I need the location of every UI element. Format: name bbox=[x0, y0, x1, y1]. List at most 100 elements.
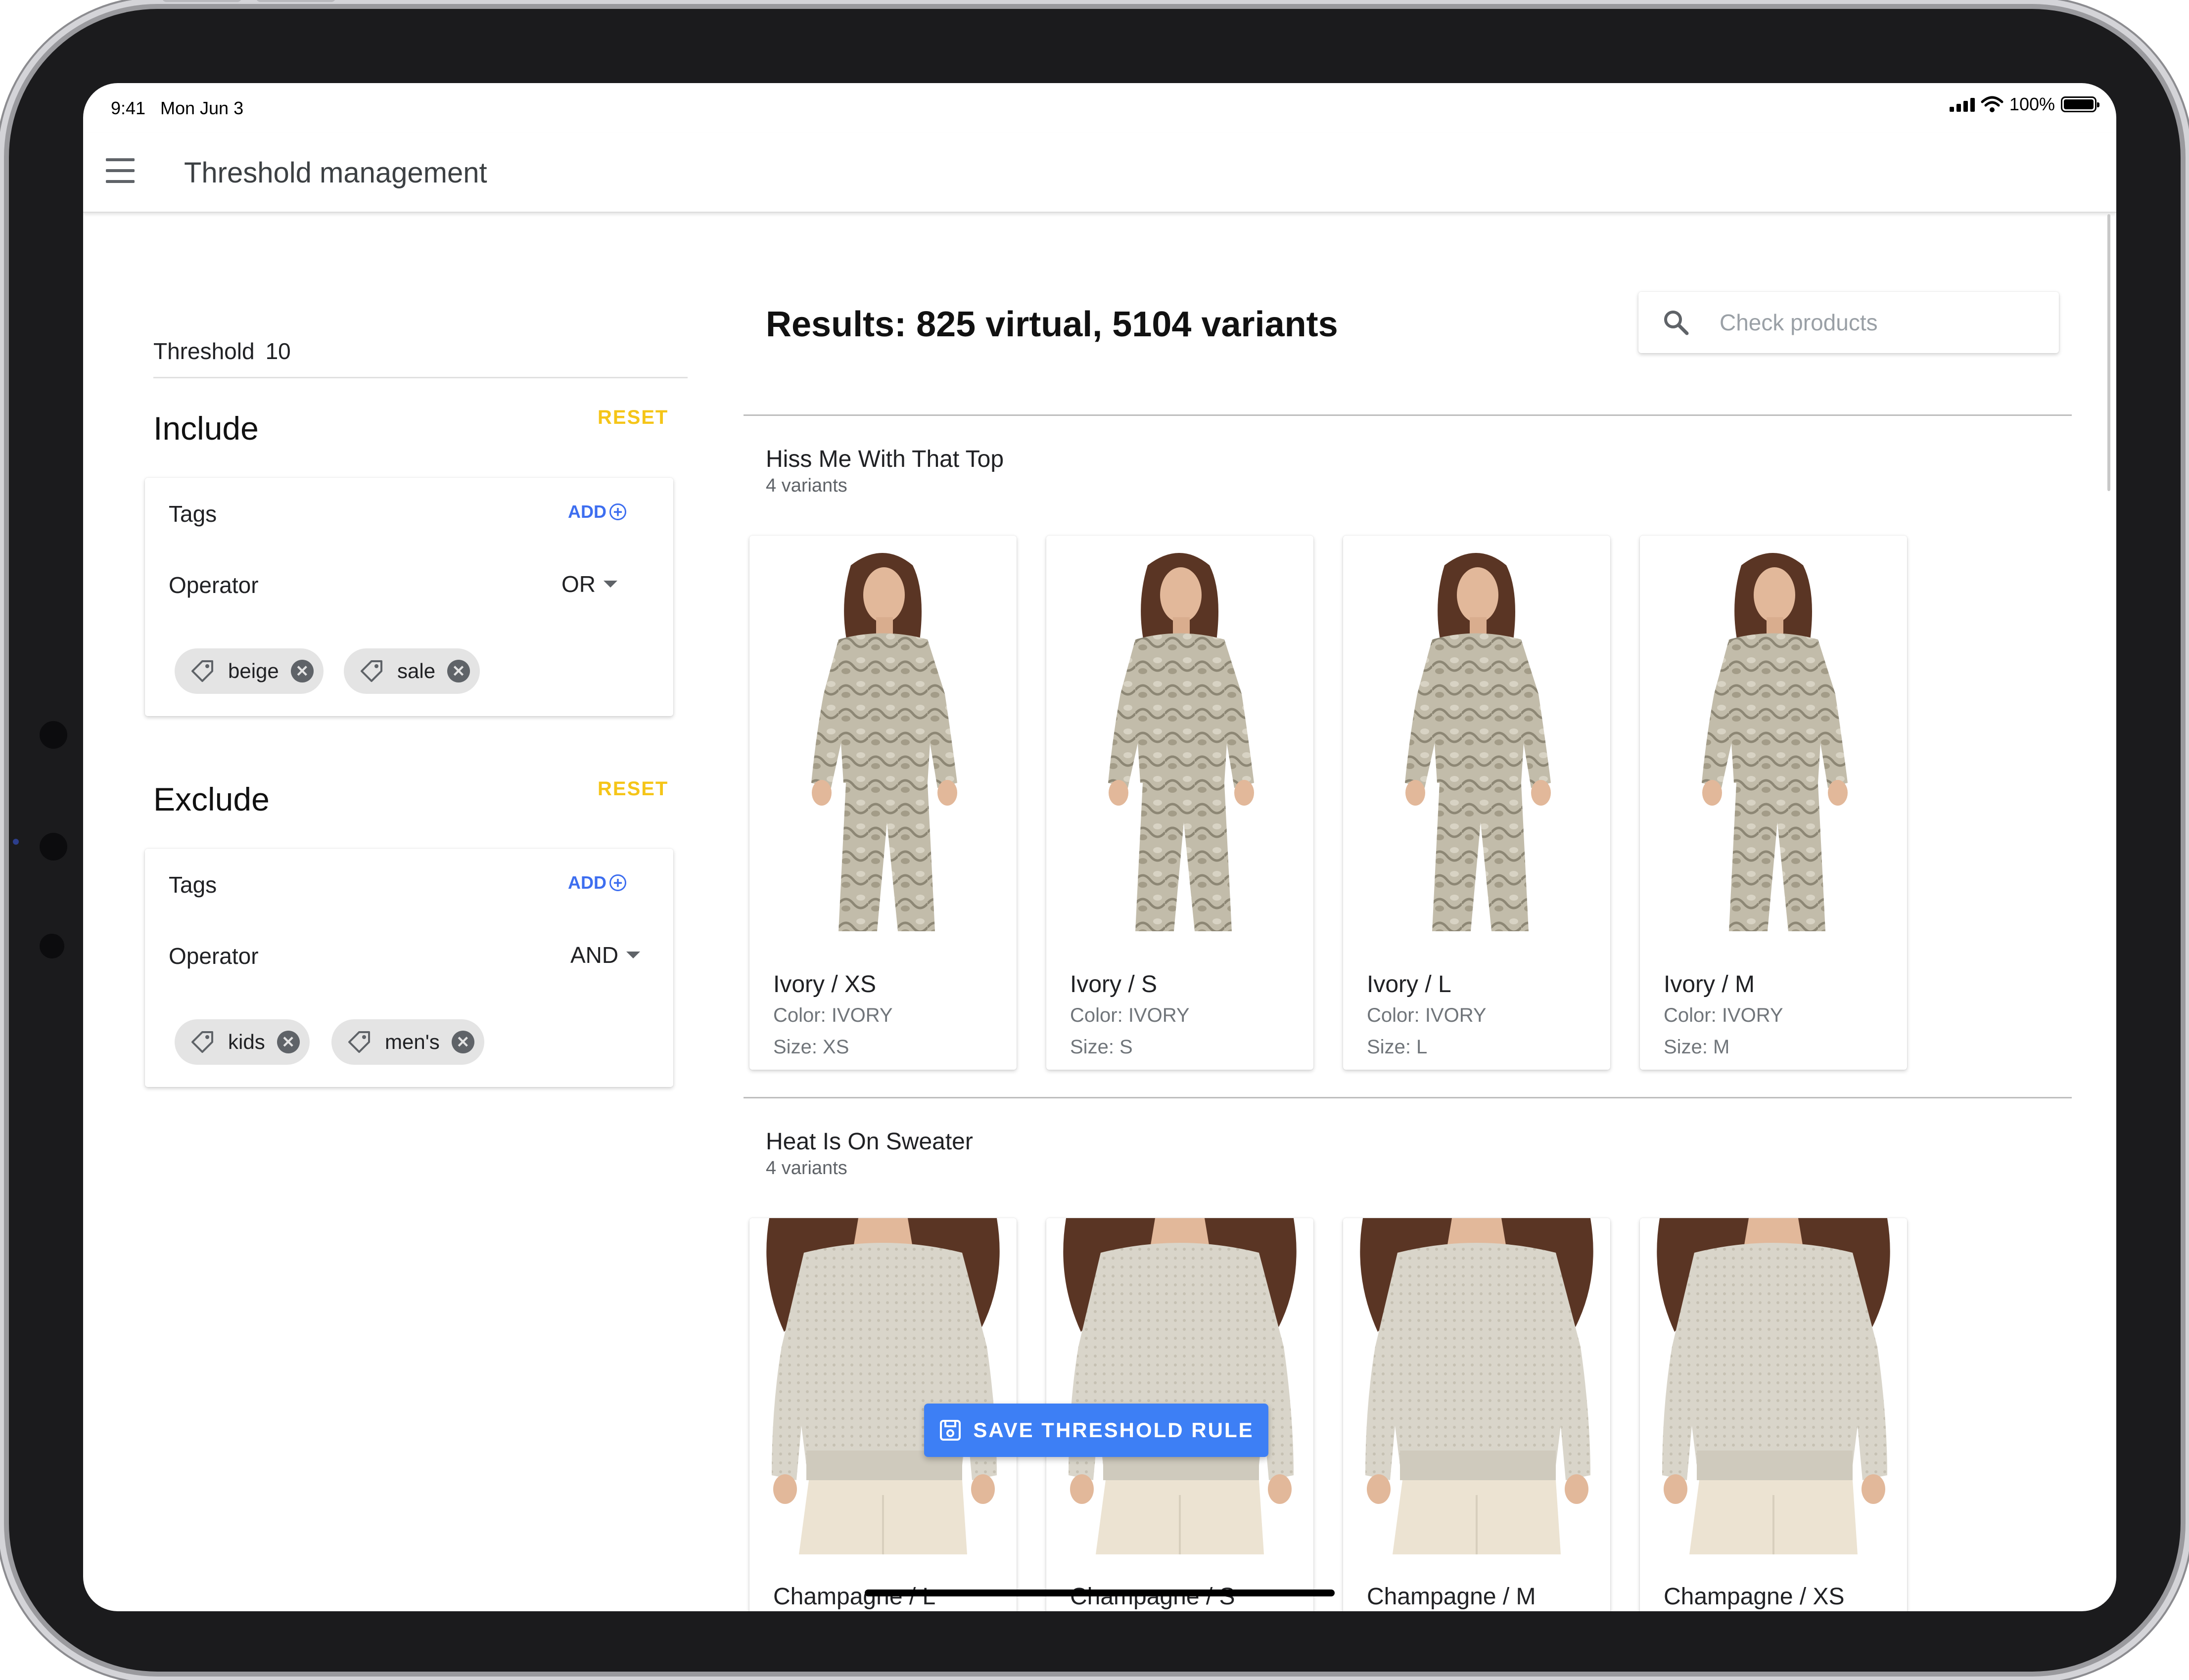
battery-icon bbox=[2061, 96, 2099, 112]
volume-button bbox=[162, 0, 241, 2]
threshold-label: Threshold bbox=[153, 338, 255, 364]
remove-chip-icon[interactable]: ✕ bbox=[447, 660, 470, 682]
exclude-card: Tags ADD + Operator AND kids ✕ men's ✕ bbox=[145, 849, 673, 1087]
tablet-frame: 9:41 Mon Jun 3 100% Threshold management bbox=[9, 0, 2181, 1672]
add-circle-icon: + bbox=[609, 874, 626, 891]
include-add-tag-button[interactable]: ADD + bbox=[568, 501, 626, 522]
variant-name: Champagne / XS bbox=[1664, 1584, 1845, 1610]
variant-size: Size: S bbox=[1070, 1036, 1133, 1058]
tag-icon bbox=[191, 660, 213, 682]
product-image bbox=[1046, 536, 1313, 931]
product-image bbox=[1343, 536, 1610, 931]
search-box bbox=[1638, 292, 2059, 353]
wifi-icon bbox=[1981, 96, 2003, 112]
include-add-label: ADD bbox=[568, 501, 606, 522]
hamburger-menu-icon[interactable] bbox=[106, 158, 135, 183]
save-threshold-rule-label: SAVE THRESHOLD RULE bbox=[973, 1418, 1254, 1442]
exclude-operator-label: Operator bbox=[169, 943, 259, 969]
product-group-count: 4 variants bbox=[766, 475, 847, 496]
product-card[interactable]: Champagne / M Color: CHAMPAGNE bbox=[1343, 1218, 1610, 1611]
include-card: Tags ADD + Operator OR beige ✕ sale ✕ bbox=[145, 478, 673, 716]
variant-name: Ivory / XS bbox=[773, 971, 877, 998]
status-time: 9:41 bbox=[111, 98, 146, 118]
include-operator-label: Operator bbox=[169, 572, 259, 598]
include-title: Include bbox=[153, 410, 259, 447]
variant-name: Champagne / M bbox=[1367, 1584, 1536, 1610]
remove-chip-icon[interactable]: ✕ bbox=[290, 660, 314, 682]
product-group-title: Hiss Me With That Top bbox=[766, 446, 1004, 472]
results-title: Results: 825 virtual, 5104 variants bbox=[766, 305, 1338, 344]
save-icon bbox=[940, 1420, 961, 1441]
variant-name: Champagne / S bbox=[1070, 1584, 1235, 1610]
volume-button bbox=[256, 0, 335, 2]
product-group-count: 4 variants bbox=[766, 1158, 847, 1179]
remove-chip-icon[interactable]: ✕ bbox=[451, 1031, 474, 1053]
product-image bbox=[749, 1218, 1017, 1554]
product-image bbox=[1640, 1218, 1907, 1554]
chip-label: kids bbox=[228, 1030, 265, 1053]
home-indicator[interactable] bbox=[865, 1589, 1335, 1596]
variant-color: Color: IVORY bbox=[1664, 1004, 1783, 1026]
tag-chip[interactable]: kids ✕ bbox=[175, 1019, 310, 1065]
product-card[interactable]: Ivory / S Color: IVORY Size: S bbox=[1046, 536, 1313, 1070]
exclude-title: Exclude bbox=[153, 781, 270, 817]
add-circle-icon: + bbox=[609, 503, 626, 520]
product-image bbox=[749, 536, 1017, 931]
save-threshold-rule-button[interactable]: SAVE THRESHOLD RULE bbox=[924, 1404, 1268, 1457]
tag-chip[interactable]: sale ✕ bbox=[344, 648, 480, 694]
include-tags-label: Tags bbox=[169, 501, 217, 527]
search-input[interactable] bbox=[1719, 307, 2037, 338]
product-card[interactable]: Ivory / XS Color: IVORY Size: XS bbox=[749, 536, 1017, 1070]
product-card[interactable]: Ivory / L Color: IVORY Size: L bbox=[1343, 536, 1610, 1070]
variant-size: Size: M bbox=[1664, 1036, 1730, 1058]
product-card[interactable]: Ivory / M Color: IVORY Size: M bbox=[1640, 536, 1907, 1070]
include-operator-select[interactable]: OR bbox=[561, 571, 617, 597]
divider bbox=[744, 414, 2072, 416]
variant-color: Color: IVORY bbox=[1367, 1004, 1487, 1026]
page-title: Threshold management bbox=[184, 157, 487, 189]
threshold-number: 10 bbox=[265, 338, 291, 364]
dropdown-arrow-icon bbox=[626, 952, 641, 958]
variant-name: Champagne / L bbox=[773, 1584, 936, 1610]
app-bar: Threshold management bbox=[83, 133, 2116, 213]
chip-label: men's bbox=[385, 1030, 440, 1053]
cellular-signal-icon bbox=[1949, 97, 1975, 112]
tag-icon bbox=[191, 1031, 213, 1053]
variant-name: Ivory / M bbox=[1664, 971, 1755, 998]
variant-color: Color: IVORY bbox=[1070, 1004, 1190, 1026]
status-bar: 9:41 Mon Jun 3 100% bbox=[83, 83, 2116, 133]
chip-label: sale bbox=[397, 659, 436, 682]
divider bbox=[744, 1097, 2072, 1098]
tag-icon bbox=[361, 660, 382, 682]
exclude-add-label: ADD bbox=[568, 872, 606, 893]
exclude-add-tag-button[interactable]: ADD + bbox=[568, 872, 626, 893]
exclude-reset-button[interactable]: RESET bbox=[598, 778, 668, 800]
side-sensor bbox=[40, 934, 64, 958]
camera-lens bbox=[13, 839, 19, 845]
exclude-operator-value: AND bbox=[570, 942, 619, 968]
product-image bbox=[1343, 1218, 1610, 1554]
product-image bbox=[1046, 1218, 1313, 1554]
side-sensor bbox=[40, 833, 67, 861]
variant-name: Ivory / L bbox=[1367, 971, 1451, 998]
include-operator-value: OR bbox=[561, 571, 596, 597]
exclude-tags-label: Tags bbox=[169, 872, 217, 898]
tag-icon bbox=[348, 1031, 370, 1053]
dropdown-arrow-icon bbox=[604, 581, 617, 588]
product-group-title: Heat Is On Sweater bbox=[766, 1129, 973, 1155]
include-reset-button[interactable]: RESET bbox=[598, 407, 668, 429]
divider bbox=[153, 377, 688, 378]
variant-color: Color: IVORY bbox=[773, 1004, 893, 1026]
scrollbar[interactable] bbox=[2107, 214, 2110, 491]
tag-chip[interactable]: men's ✕ bbox=[331, 1019, 484, 1065]
screen: 9:41 Mon Jun 3 100% Threshold management bbox=[83, 83, 2116, 1611]
tag-chip[interactable]: beige ✕ bbox=[175, 648, 324, 694]
remove-chip-icon[interactable]: ✕ bbox=[277, 1031, 300, 1053]
product-card[interactable]: Champagne / XS Color: CHAMPAGNE bbox=[1640, 1218, 1907, 1611]
status-indicators: 100% bbox=[1949, 94, 2099, 115]
variant-name: Ivory / S bbox=[1070, 971, 1158, 998]
status-date: Mon Jun 3 bbox=[160, 98, 244, 118]
chip-label: beige bbox=[228, 659, 279, 682]
battery-percent: 100% bbox=[2009, 94, 2055, 114]
exclude-operator-select[interactable]: AND bbox=[570, 942, 641, 968]
